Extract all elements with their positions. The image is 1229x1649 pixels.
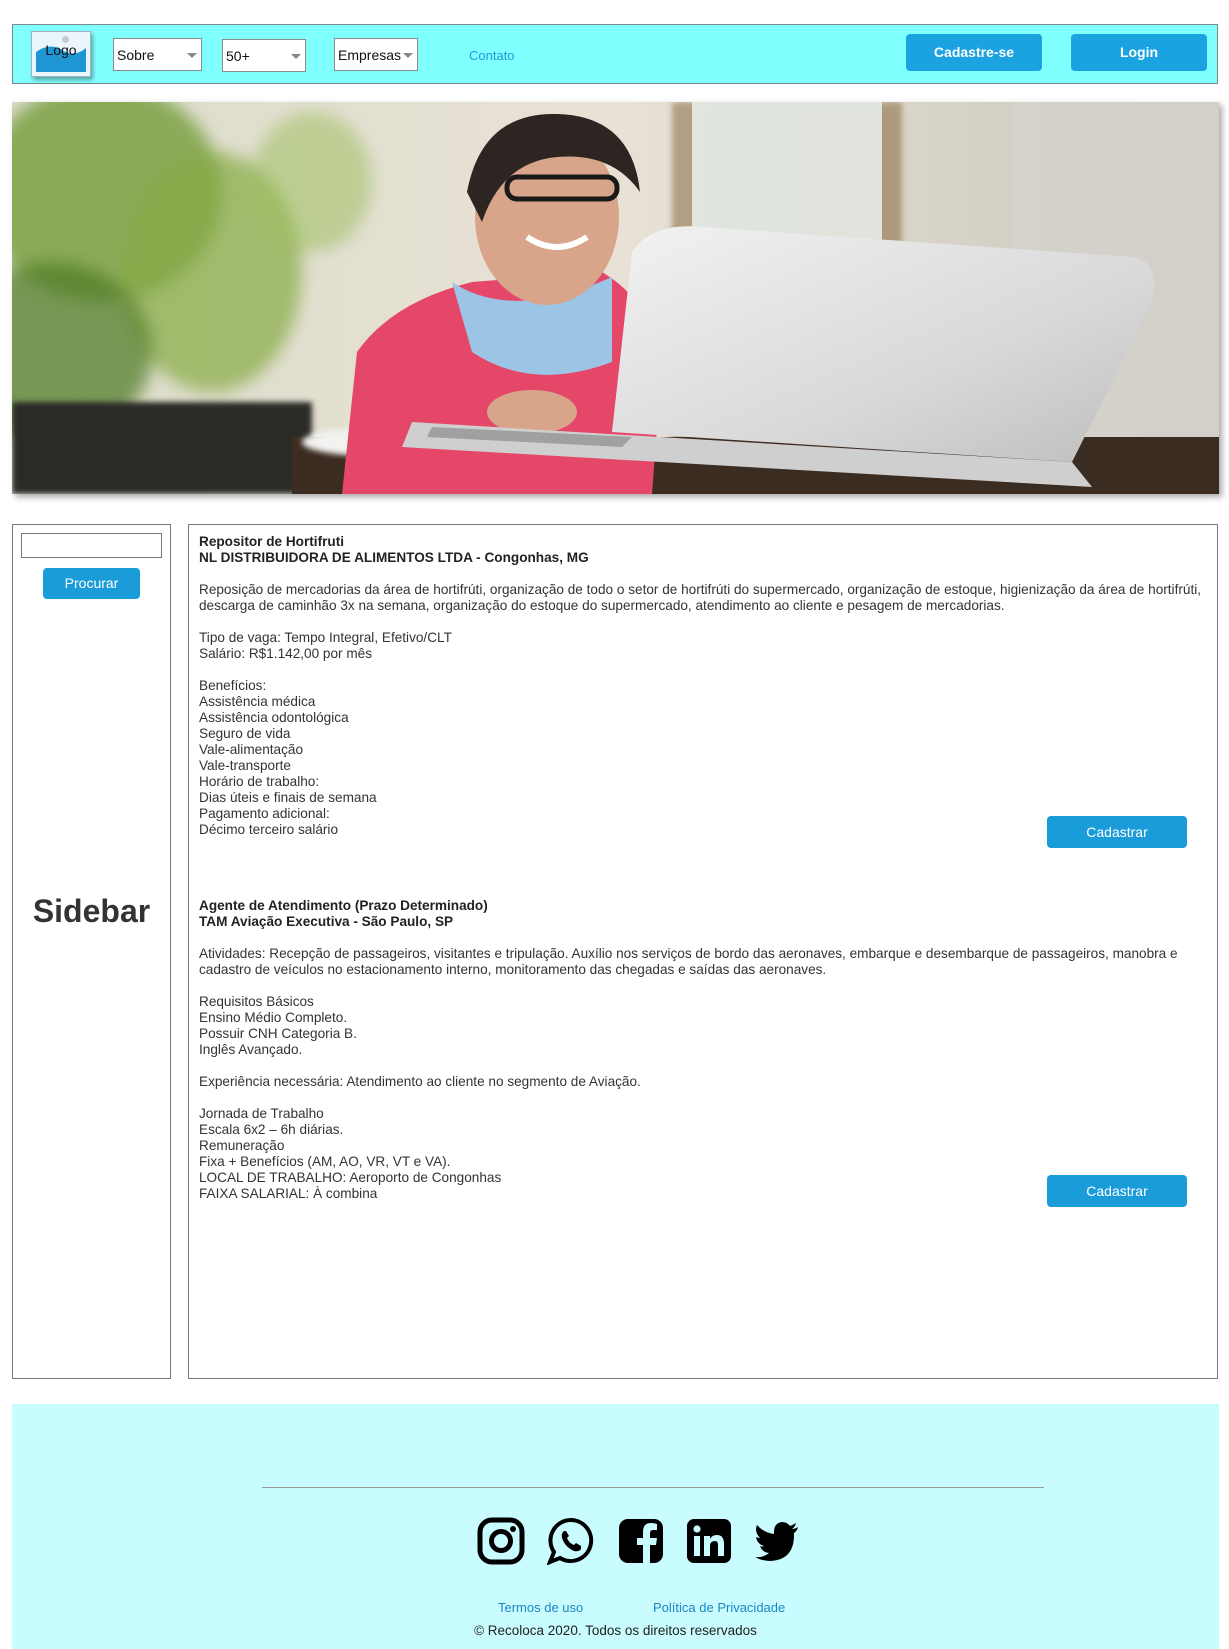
logo[interactable]: Logo: [31, 31, 91, 77]
menu-sobre-label: Sobre: [117, 47, 155, 63]
linkedin-icon[interactable]: [686, 1517, 732, 1565]
job-detail: Experiência necessária: Atendimento ao c…: [199, 1074, 641, 1089]
job-detail: Tipo de vaga: Tempo Integral, Efetivo/CL…: [199, 630, 452, 645]
job-detail: Inglês Avançado.: [199, 1042, 303, 1057]
logo-label: Logo: [45, 42, 77, 58]
cadastrar-button[interactable]: Cadastrar: [1047, 1175, 1187, 1207]
signup-button[interactable]: Cadastre-se: [906, 34, 1042, 71]
job-detail: Ensino Médio Completo.: [199, 1010, 348, 1025]
job-detail: Assistência odontológica: [199, 710, 349, 725]
job-title: Agente de Atendimento (Prazo Determinado…: [199, 898, 488, 913]
menu-empresas-dropdown[interactable]: Empresas: [334, 38, 418, 71]
menu-sobre-dropdown[interactable]: Sobre: [113, 38, 202, 71]
job-detail: Vale-alimentação: [199, 742, 304, 757]
twitter-icon[interactable]: [753, 1517, 801, 1565]
job-description: Reposição de mercadorias da área de hort…: [199, 582, 1202, 613]
chevron-down-icon: [187, 53, 197, 58]
copyright-text: © Recoloca 2020. Todos os direitos reser…: [474, 1623, 757, 1638]
job-detail: Remuneração: [199, 1138, 285, 1153]
job-detail: Possuir CNH Categoria B.: [199, 1026, 357, 1041]
job-card: Repositor de Hortifruti NL DISTRIBUIDORA…: [199, 534, 1204, 838]
search-input[interactable]: [21, 533, 162, 558]
job-detail: Horário de trabalho:: [199, 774, 320, 789]
job-detail: Seguro de vida: [199, 726, 291, 741]
job-detail: Jornada de Trabalho: [199, 1106, 324, 1121]
job-company: TAM Aviação Executiva - São Paulo, SP: [199, 914, 454, 929]
cadastrar-button[interactable]: Cadastrar: [1047, 816, 1187, 848]
top-navbar: Logo Sobre 50+ Empresas Contato Cadastre…: [12, 24, 1218, 84]
job-list: Repositor de Hortifruti NL DISTRIBUIDORA…: [188, 524, 1218, 1379]
job-description: Atividades: Recepção de passageiros, vis…: [199, 946, 1178, 977]
menu-50plus-dropdown[interactable]: 50+: [222, 39, 306, 72]
job-detail: Requisitos Básicos: [199, 994, 314, 1009]
privacy-policy-link[interactable]: Política de Privacidade: [653, 1600, 785, 1615]
footer-divider: [262, 1487, 1044, 1488]
hero-image: [12, 102, 1219, 494]
contact-link[interactable]: Contato: [469, 48, 515, 63]
job-title: Repositor de Hortifruti: [199, 534, 344, 549]
job-detail: Dias úteis e finais de semana: [199, 790, 377, 805]
job-detail: Salário: R$1.142,00 por mês: [199, 646, 373, 661]
sidebar-title: Sidebar: [32, 893, 151, 929]
job-detail: Vale-transporte: [199, 758, 291, 773]
job-detail: Escala 6x2 – 6h diárias.: [199, 1122, 344, 1137]
chevron-down-icon: [291, 54, 301, 59]
whatsapp-icon[interactable]: [547, 1517, 595, 1565]
chevron-down-icon: [403, 53, 413, 58]
facebook-icon[interactable]: [617, 1517, 665, 1565]
job-card: Agente de Atendimento (Prazo Determinado…: [199, 898, 1204, 1202]
job-detail: Assistência médica: [199, 694, 316, 709]
hero-photo-woman-laptop: [12, 102, 1219, 494]
sidebar: Procurar Sidebar: [12, 524, 171, 1379]
search-button[interactable]: Procurar: [43, 568, 140, 599]
menu-empresas-label: Empresas: [338, 47, 402, 63]
footer: Termos de uso Política de Privacidade © …: [12, 1404, 1219, 1649]
job-detail: Benefícios:: [199, 678, 267, 693]
terms-link[interactable]: Termos de uso: [498, 1600, 583, 1615]
login-button[interactable]: Login: [1071, 34, 1207, 71]
job-company: NL DISTRIBUIDORA DE ALIMENTOS LTDA - Con…: [199, 550, 589, 565]
instagram-icon[interactable]: [477, 1517, 525, 1565]
menu-50plus-label: 50+: [226, 48, 250, 64]
job-detail: Fixa + Benefícios (AM, AO, VR, VT e VA).: [199, 1154, 451, 1169]
